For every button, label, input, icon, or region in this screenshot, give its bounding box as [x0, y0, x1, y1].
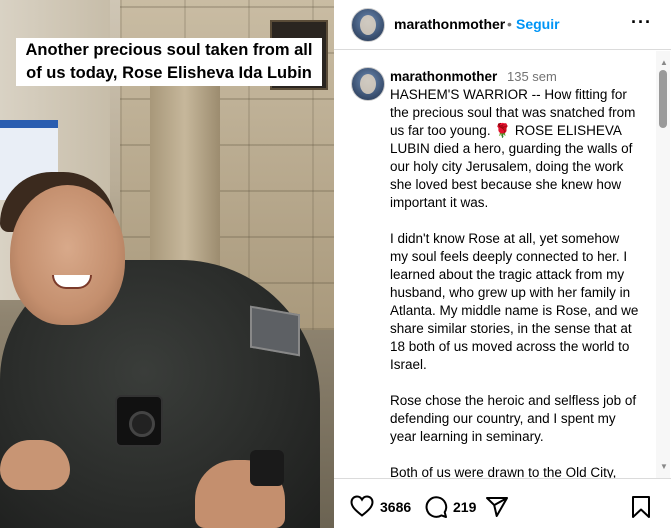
comment-list[interactable]: marathonmother 135 sem HASHEM'S WARRIOR … — [334, 51, 654, 478]
share-icon[interactable] — [485, 495, 509, 519]
scrollbar-thumb[interactable] — [659, 70, 667, 128]
scroll-up-arrow-icon[interactable]: ▲ — [660, 58, 668, 67]
separator-dot: • — [507, 16, 512, 32]
comment-count[interactable]: 219 — [453, 499, 476, 515]
like-count[interactable]: 3686 — [380, 499, 411, 515]
scroll-down-arrow-icon[interactable]: ▼ — [660, 462, 668, 471]
follow-button[interactable]: Seguir — [516, 16, 560, 32]
body-camera — [115, 395, 163, 447]
person-face — [10, 185, 125, 325]
post-sidebar: marathonmother • Seguir ··· marathonmoth… — [334, 0, 671, 528]
avatar[interactable] — [351, 67, 385, 101]
bookmark-icon[interactable] — [630, 495, 652, 519]
media-caption: Another precious soul taken from all of … — [16, 38, 322, 86]
wrist-watch — [250, 450, 284, 486]
comment-icon[interactable] — [424, 495, 448, 519]
post-header: marathonmother • Seguir ··· — [334, 0, 671, 50]
person-hand-left — [0, 440, 70, 490]
more-options-icon[interactable]: ··· — [631, 12, 652, 33]
heart-icon[interactable] — [350, 495, 374, 517]
comment-text: HASHEM'S WARRIOR -- How fitting for the … — [390, 87, 639, 478]
header-username[interactable]: marathonmother — [394, 16, 505, 32]
avatar[interactable] — [351, 8, 385, 42]
action-bar: 3686 219 — [334, 478, 671, 528]
post-media[interactable]: Another precious soul taken from all of … — [0, 0, 334, 528]
comment-timestamp[interactable]: 135 sem — [507, 69, 557, 84]
uniform-patch — [250, 305, 300, 357]
comment-username[interactable]: marathonmother — [390, 69, 497, 84]
